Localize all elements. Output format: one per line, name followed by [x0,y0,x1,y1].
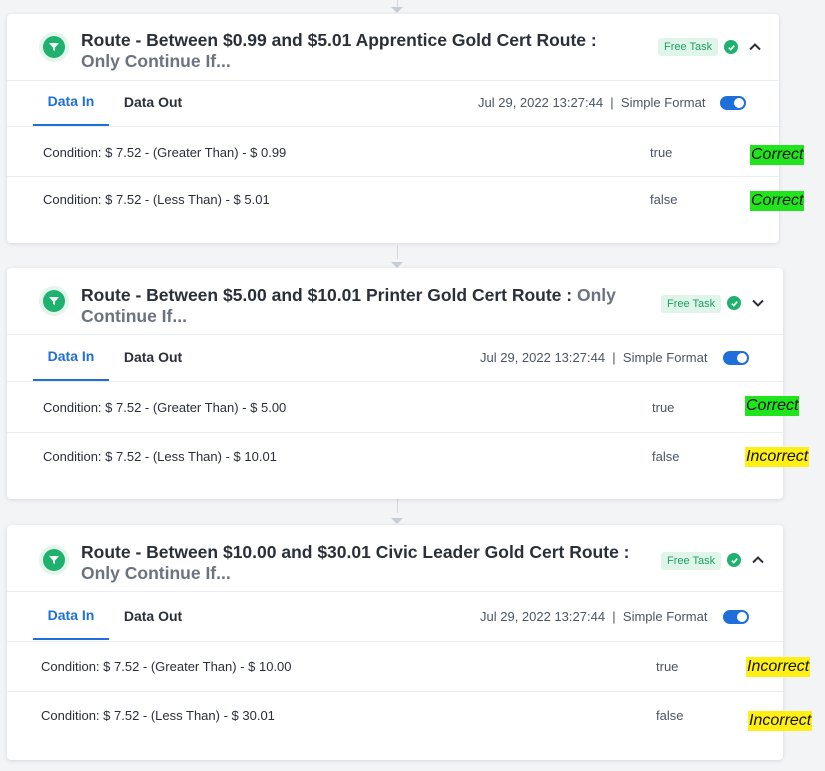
verdict-correct-label: Correct [750,145,805,165]
check-icon [727,296,741,310]
divider [7,126,779,127]
step-title: Route - Between $5.00 and $10.01 Printer… [81,285,616,326]
condition-result: true [652,400,675,415]
condition-text: Condition: $ 7.52 - (Less Than) - $ 30.0… [41,708,275,723]
tab-data-out[interactable]: Data Out [115,78,191,126]
filter-icon [39,545,69,575]
tab-data-in[interactable]: Data In [33,78,109,126]
tab-data-out[interactable]: Data Out [115,592,191,640]
verdict-incorrect-label: Incorrect [746,657,811,677]
tab-data-out[interactable]: Data Out [115,333,191,381]
condition-result: false [652,449,680,464]
condition-text: Condition: $ 7.52 - (Greater Than) - $ 1… [41,659,292,674]
verdict-correct-label: Correct [745,396,800,416]
free-task-badge: Free Task [661,295,722,313]
tab-data-in[interactable]: Data In [33,592,109,640]
route-step-card: Route - Between $10.00 and $30.01 Civic … [7,525,783,760]
divider [7,176,779,177]
condition-result: false [650,192,678,207]
divider [7,641,783,642]
tab-bar: Data In Data Out Jul 29, 2022 13:27:44 |… [7,592,783,640]
free-task-badge: Free Task [658,38,719,56]
free-task-badge: Free Task [661,552,722,570]
verdict-correct-label: Correct [750,191,805,211]
step-title: Route - Between $0.99 and $5.01 Apprenti… [81,30,597,71]
tab-bar: Data In Data Out Jul 29, 2022 13:27:44 |… [7,78,779,126]
filter-icon [39,32,69,62]
chevron-up-icon[interactable] [751,553,765,567]
verdict-incorrect-label: Incorrect [748,711,813,731]
condition-text: Condition: $ 7.52 - (Less Than) - $ 10.0… [43,449,277,464]
condition-result: false [656,708,684,723]
simple-format-toggle[interactable] [723,351,749,365]
flow-connector [397,499,398,513]
condition-result: true [656,659,679,674]
divider [7,381,783,382]
check-icon [724,40,738,54]
chevron-down-icon[interactable] [751,296,765,310]
tab-data-in[interactable]: Data In [33,333,109,381]
condition-text: Condition: $ 7.52 - (Less Than) - $ 5.01 [43,192,270,207]
condition-text: Condition: $ 7.52 - (Greater Than) - $ 5… [43,400,287,415]
flow-arrow-icon [391,7,403,13]
run-timestamp: Jul 29, 2022 13:27:44 | Simple Format [480,350,708,365]
chevron-up-icon[interactable] [748,40,762,54]
divider [7,432,783,433]
run-timestamp: Jul 29, 2022 13:27:44 | Simple Format [478,95,706,110]
filter-icon [39,286,69,316]
simple-format-toggle[interactable] [720,96,746,110]
run-timestamp: Jul 29, 2022 13:27:44 | Simple Format [480,609,708,624]
flow-connector [397,245,398,259]
step-title: Route - Between $10.00 and $30.01 Civic … [81,542,630,583]
tab-bar: Data In Data Out Jul 29, 2022 13:27:44 |… [7,333,783,381]
simple-format-toggle[interactable] [723,610,749,624]
verdict-incorrect-label: Incorrect [745,447,810,467]
condition-text: Condition: $ 7.52 - (Greater Than) - $ 0… [43,145,287,160]
condition-result: true [650,145,673,160]
check-icon [727,553,741,567]
route-step-card: Route - Between $0.99 and $5.01 Apprenti… [7,14,779,243]
divider [7,691,783,692]
route-step-card: Route - Between $5.00 and $10.01 Printer… [7,268,783,499]
flow-arrow-icon [391,518,403,524]
